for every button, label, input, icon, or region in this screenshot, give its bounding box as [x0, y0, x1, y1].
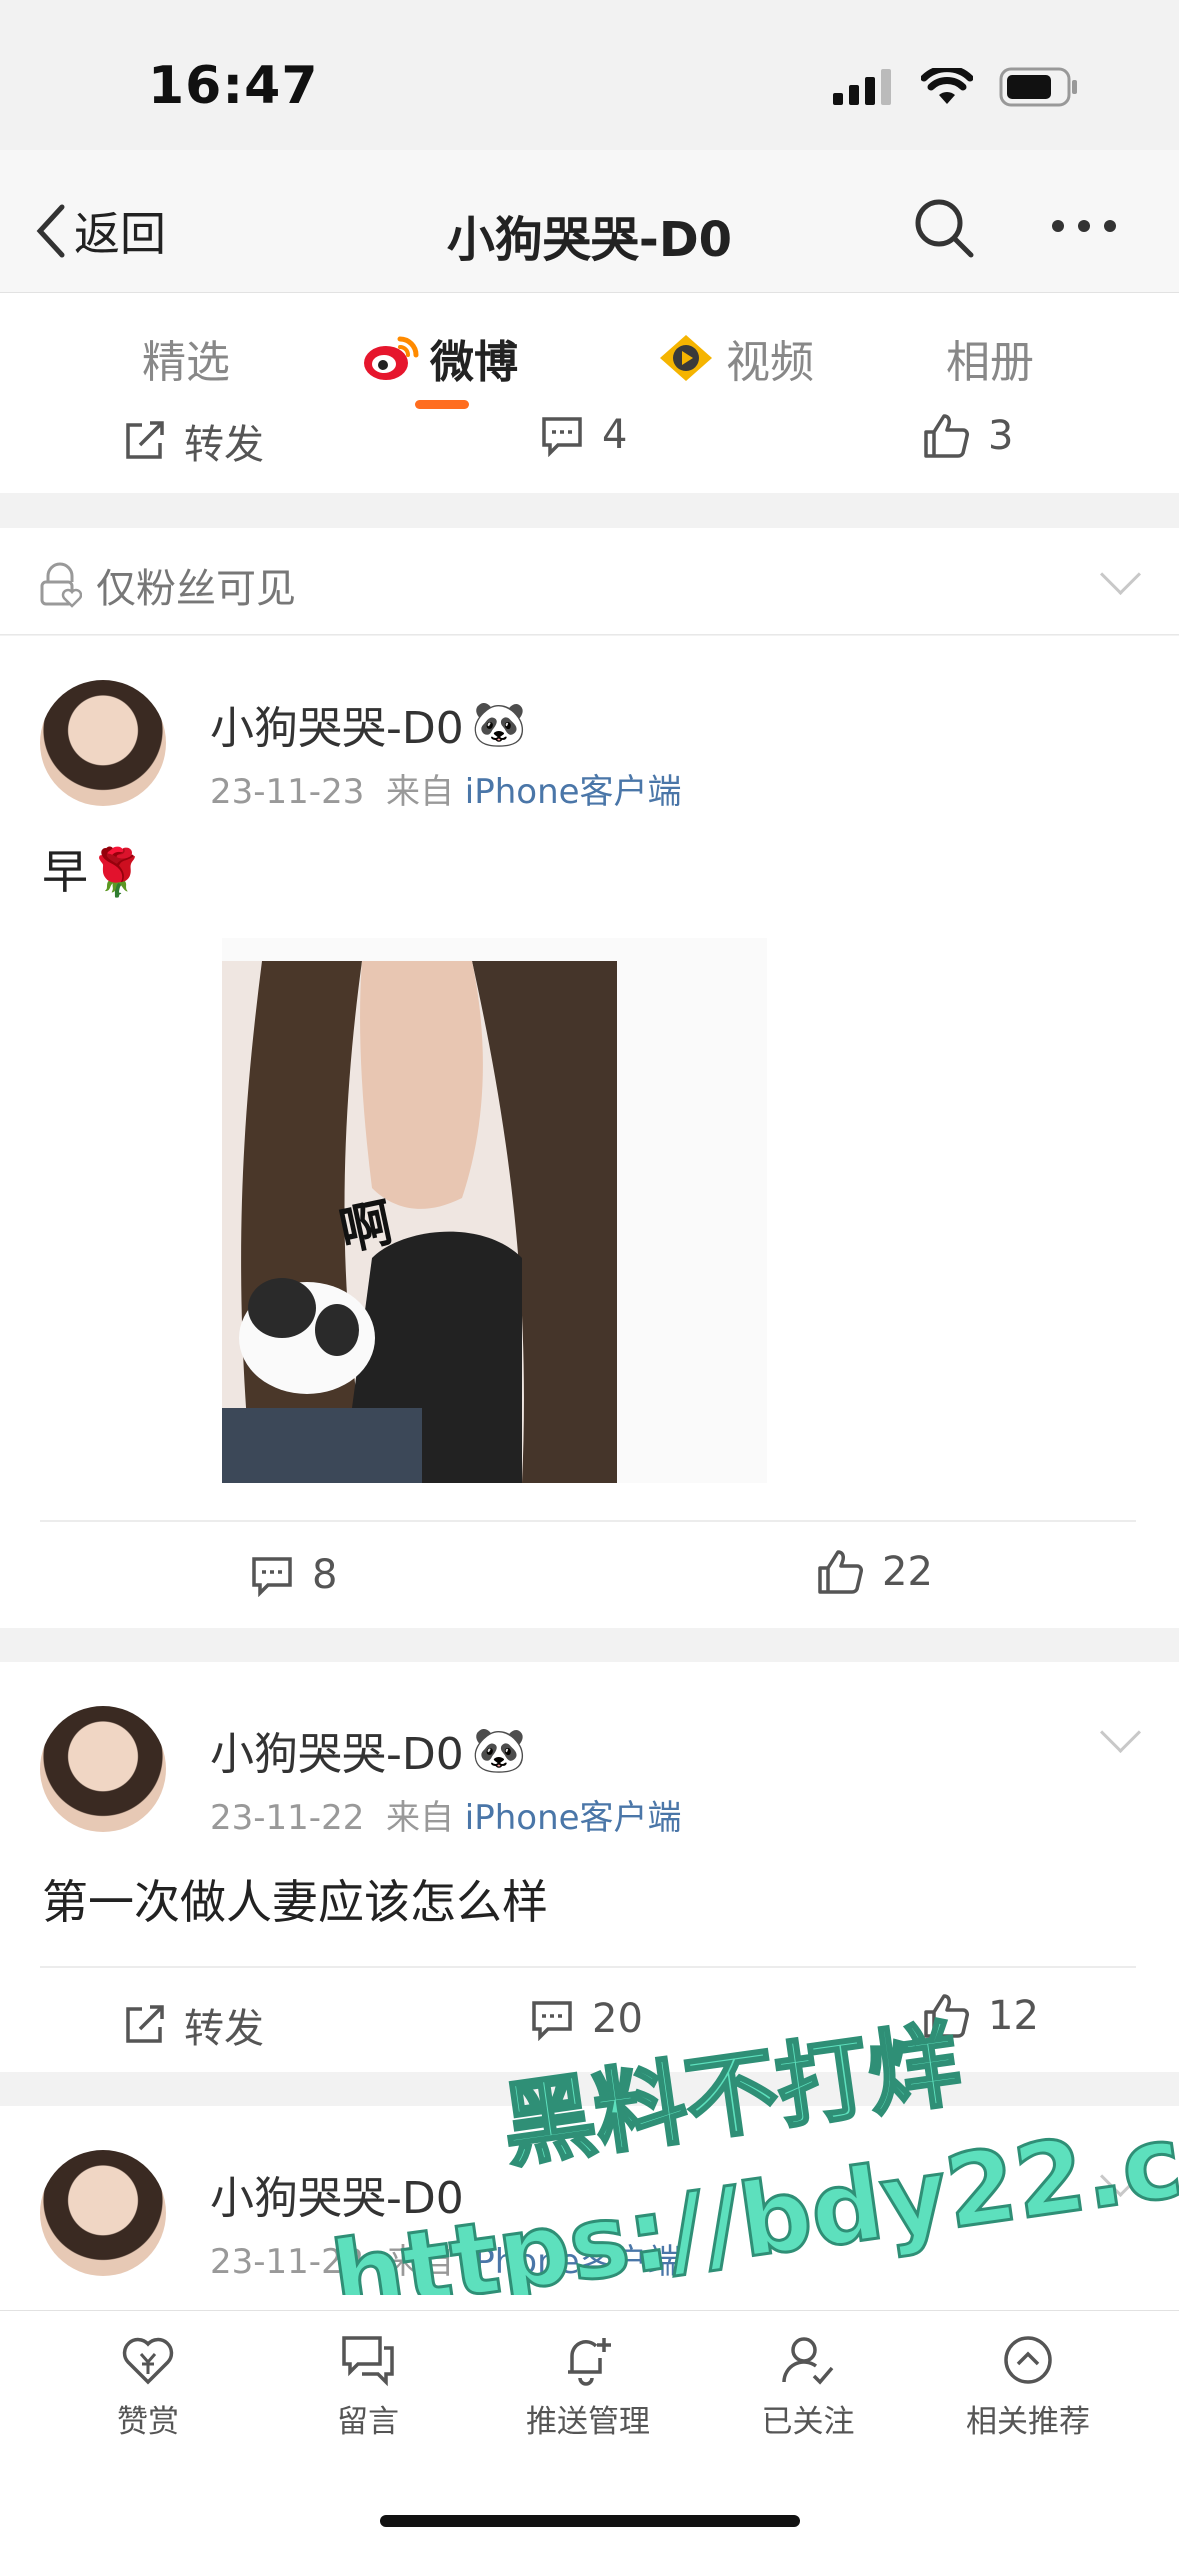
recommend-up-icon — [1004, 2336, 1052, 2384]
comment-button[interactable]: 4 — [540, 412, 627, 458]
page-title: 小狗哭哭-D0 — [446, 212, 733, 268]
like-button[interactable]: 22 — [816, 1548, 933, 1596]
fans-only-label-group: 仅粉丝可见 — [38, 556, 296, 614]
thumbs-up-icon — [924, 1994, 969, 2038]
post-username[interactable]: 小狗哭哭-D0 🐼 — [210, 692, 527, 756]
post-username[interactable]: 小狗哭哭-D0 — [210, 2162, 464, 2226]
repost-button[interactable]: 转发 — [122, 1996, 264, 2054]
from-prefix: 来自 — [385, 2242, 454, 2282]
tab-featured[interactable]: 精选 — [142, 326, 230, 390]
message-label: 留言 — [337, 2404, 399, 2440]
repost-icon — [126, 2005, 164, 2043]
like-button[interactable]: 12 — [922, 1992, 1039, 2040]
tab-video-label: 视频 — [726, 337, 814, 388]
post-meta: 23-11-22 来自 iPhone客户端 — [210, 2234, 682, 2283]
divider — [40, 1520, 1136, 1522]
battery-icon — [999, 67, 1077, 107]
search-icon — [915, 199, 974, 258]
comment-count: 20 — [592, 1996, 643, 2042]
post-source[interactable]: iPhone客户端 — [465, 772, 682, 812]
fans-only-label: 仅粉丝可见 — [96, 566, 296, 612]
active-tab-indicator — [415, 400, 469, 409]
more-dot — [1104, 220, 1116, 232]
thumbs-up-icon — [818, 1550, 863, 1594]
post-date: 23-11-23 — [210, 772, 365, 812]
panda-badge-icon: 🐼 — [471, 1725, 527, 1776]
weibo-icon — [364, 336, 419, 380]
username-text: 小狗哭哭-D0 — [210, 703, 464, 754]
bell-plus-icon — [568, 2338, 611, 2386]
post-date: 23-11-22 — [210, 2242, 365, 2282]
comment-button[interactable]: 8 — [250, 1552, 337, 1598]
comment-count: 8 — [312, 1552, 338, 1598]
related-recommend-button[interactable]: 相关推荐 — [948, 2332, 1108, 2441]
reward-label: 赞赏 — [117, 2404, 179, 2440]
status-time: 16:47 — [148, 56, 319, 116]
username-text: 小狗哭哭-D0 — [210, 2173, 464, 2224]
followed-label: 已关注 — [761, 2404, 855, 2440]
more-button[interactable] — [1052, 220, 1116, 232]
repost-label: 转发 — [184, 2006, 264, 2052]
post-image-frame[interactable]: 啊 — [222, 938, 767, 1483]
post-meta: 23-11-22 来自 iPhone客户端 — [210, 1790, 682, 1839]
like-count: 22 — [882, 1549, 933, 1595]
avatar[interactable] — [40, 1706, 166, 1832]
post-source[interactable]: iPhone客户端 — [465, 2242, 682, 2282]
wifi-icon — [921, 68, 973, 104]
push-settings-button[interactable]: 推送管理 — [508, 2332, 668, 2441]
followed-user-icon — [782, 2337, 834, 2385]
lock-heart-icon — [40, 562, 82, 608]
from-prefix: 来自 — [385, 772, 454, 812]
comment-icon — [542, 417, 582, 457]
search-button[interactable] — [912, 196, 976, 264]
avatar[interactable] — [40, 680, 166, 806]
post-date: 23-11-22 — [210, 1798, 365, 1838]
repost-icon — [126, 421, 164, 459]
signal-icon — [833, 69, 891, 105]
username-text: 小狗哭哭-D0 — [210, 1729, 464, 1780]
post-username[interactable]: 小狗哭哭-D0 🐼 — [210, 1718, 527, 1782]
related-recommend-label: 相关推荐 — [966, 2404, 1090, 2440]
post-text: 第一次做人妻应该怎么样 — [42, 1875, 548, 1929]
more-dot — [1078, 220, 1090, 232]
status-icons — [833, 62, 1079, 112]
comment-button[interactable]: 20 — [530, 1996, 643, 2042]
from-prefix: 来自 — [385, 1798, 454, 1838]
tab-weibo-label: 微博 — [430, 337, 518, 388]
comment-count: 4 — [602, 412, 628, 458]
post-meta: 23-11-23 来自 iPhone客户端 — [210, 764, 682, 813]
repost-label: 转发 — [184, 422, 264, 468]
message-icon — [342, 2336, 394, 2387]
like-count: 3 — [988, 413, 1014, 459]
thumbs-up-icon — [924, 414, 969, 458]
comment-icon — [532, 2001, 572, 2041]
like-count: 12 — [988, 1993, 1039, 2039]
post-image: 啊 — [222, 961, 617, 1483]
tab-video[interactable]: 视频 — [656, 326, 814, 390]
avatar[interactable] — [40, 2150, 166, 2276]
message-button[interactable]: 留言 — [288, 2332, 448, 2441]
push-settings-label: 推送管理 — [526, 2404, 650, 2440]
tab-featured-label: 精选 — [142, 337, 230, 388]
reward-heart-icon — [122, 2337, 174, 2385]
comment-icon — [252, 1557, 292, 1597]
post-source[interactable]: iPhone客户端 — [465, 1798, 682, 1838]
panda-badge-icon: 🐼 — [471, 699, 527, 750]
divider — [40, 1966, 1136, 1968]
like-button[interactable]: 3 — [922, 412, 1013, 460]
post-text: 早🌹 — [42, 845, 146, 899]
home-indicator[interactable] — [380, 2515, 800, 2527]
tab-album-label: 相册 — [946, 337, 1034, 388]
followed-button[interactable]: 已关注 — [728, 2332, 888, 2441]
tab-weibo[interactable]: 微博 — [362, 326, 518, 390]
tab-album[interactable]: 相册 — [946, 326, 1034, 390]
reward-button[interactable]: 赞赏 — [68, 2332, 228, 2441]
video-icon — [660, 335, 712, 381]
more-dot — [1052, 220, 1064, 232]
repost-button[interactable]: 转发 — [122, 412, 264, 470]
